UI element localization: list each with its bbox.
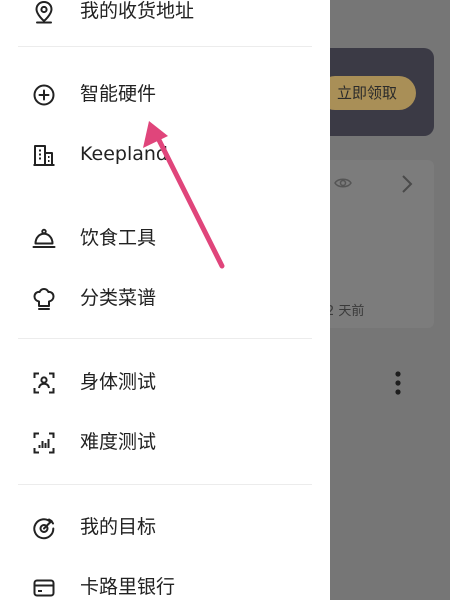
difficulty-scan-icon <box>31 430 57 456</box>
claim-button[interactable]: 立即领取 <box>318 76 416 110</box>
side-drawer: 我的收货地址 智能硬件 Keepland 饮食工具 分类菜谱 身体测试 难度测试… <box>0 0 330 600</box>
post-time: 2 天前 <box>326 304 365 319</box>
menu-item-keepland[interactable]: Keepland <box>0 130 330 178</box>
chef-hat-icon <box>31 286 57 312</box>
target-icon <box>31 515 57 541</box>
screen: 立即领取 2 天前 我的收货地址 智能硬件 Keepland 饮食工具 分类菜谱… <box>0 0 450 600</box>
menu-item-smart-hardware[interactable]: 智能硬件 <box>0 70 330 118</box>
menu-item-label: 我的收货地址 <box>80 0 195 22</box>
menu-item-label: 饮食工具 <box>80 227 157 249</box>
menu-item-label: 智能硬件 <box>80 83 157 105</box>
menu-item-label: 卡路里银行 <box>80 576 176 598</box>
menu-item-label: 难度测试 <box>80 431 157 453</box>
menu-divider <box>18 338 312 339</box>
cloche-icon <box>31 226 57 252</box>
card-icon <box>31 575 57 600</box>
menu-item-label: 身体测试 <box>80 371 157 393</box>
menu-item-my-goals[interactable]: 我的目标 <box>0 503 330 551</box>
menu-item-diet-tools[interactable]: 饮食工具 <box>0 214 330 262</box>
eye-icon <box>334 178 352 188</box>
menu-item-shipping-address[interactable]: 我的收货地址 <box>0 0 330 35</box>
menu-item-label: Keepland <box>80 143 168 165</box>
plus-circle-icon <box>31 82 57 108</box>
menu-divider <box>18 484 312 485</box>
location-pin-icon <box>31 0 57 25</box>
chevron-right-icon[interactable] <box>400 174 414 194</box>
menu-divider <box>18 46 312 47</box>
menu-item-label: 分类菜谱 <box>80 287 157 309</box>
more-vertical-icon[interactable] <box>394 370 402 396</box>
menu-item-difficulty-test[interactable]: 难度测试 <box>0 418 330 466</box>
menu-item-recipe-categories[interactable]: 分类菜谱 <box>0 274 330 322</box>
menu-item-calorie-bank[interactable]: 卡路里银行 <box>0 563 330 600</box>
menu-item-body-test[interactable]: 身体测试 <box>0 358 330 406</box>
body-scan-icon <box>31 370 57 396</box>
menu-item-label: 我的目标 <box>80 516 157 538</box>
building-icon <box>31 142 57 168</box>
